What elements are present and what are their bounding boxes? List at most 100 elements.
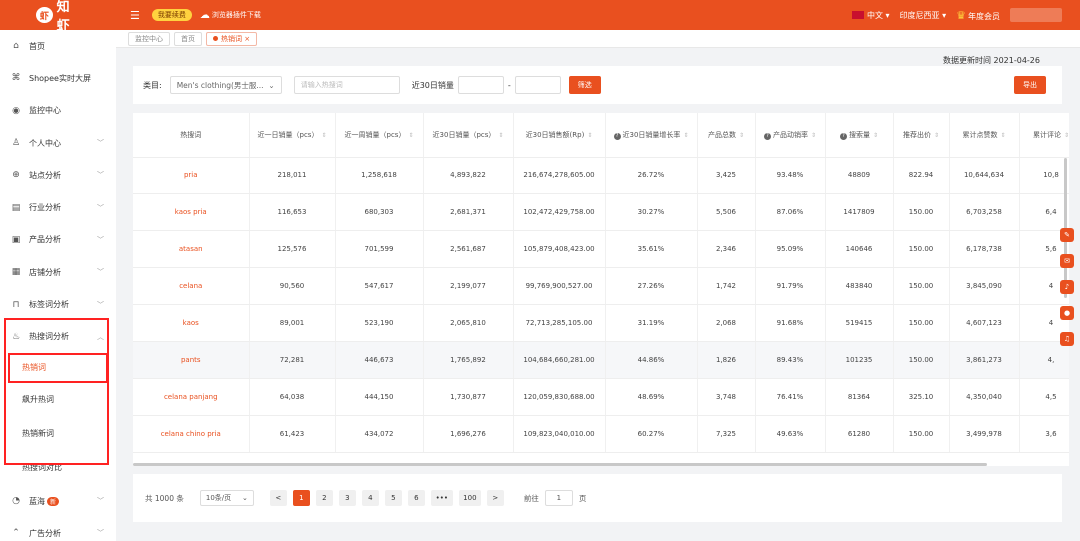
tag-icon: ⊓ xyxy=(12,299,20,310)
column-header[interactable]: 产品总数 ⇕ xyxy=(697,113,756,158)
horizontal-scrollbar[interactable] xyxy=(133,463,987,466)
sidebar-item-3[interactable]: ♙ 个人中心 ﹀ xyxy=(0,127,116,159)
menu-toggle-icon[interactable]: ☰ xyxy=(130,9,140,22)
table-cell: 3,748 xyxy=(697,378,756,416)
page-button[interactable]: ••• xyxy=(430,490,453,506)
export-button[interactable]: 导出 xyxy=(1014,76,1046,94)
page-button[interactable]: 2 xyxy=(315,490,333,506)
sort-icon[interactable]: ⇕ xyxy=(1000,132,1005,139)
tab-home[interactable]: 首页 xyxy=(174,31,202,46)
keyword-link[interactable]: kaos xyxy=(133,304,250,342)
table-row[interactable]: celana chino pria 61,423 434,072 1,696,276 1… xyxy=(133,415,1069,453)
table-row[interactable]: kaos 89,001 523,190 2,065,810 72,713,285,105… xyxy=(133,304,1069,342)
page-button[interactable]: 3 xyxy=(338,490,356,506)
column-header[interactable]: ? 产品动销率 ⇕ xyxy=(755,113,826,158)
membership-badge[interactable]: ♛ 年度会员 xyxy=(956,9,1000,22)
table-row[interactable]: celana panjang 64,038 444,150 1,730,877 120,… xyxy=(133,378,1069,416)
keyword-link[interactable]: atasan xyxy=(133,230,250,269)
sidebar-item-label: 蓝海 xyxy=(29,496,45,506)
keyword-input[interactable]: 请输入热搜词 xyxy=(293,76,400,94)
column-header[interactable]: 热搜词 xyxy=(133,113,250,158)
live-icon[interactable]: ● xyxy=(1060,306,1074,320)
sidebar-bottom-item-1[interactable]: ⌃ 广告分析 ﹀ xyxy=(0,517,116,541)
table-cell: 104,684,660,281.00 xyxy=(513,341,606,379)
goto-page-input[interactable]: 1 xyxy=(544,490,573,506)
tab-hot-words[interactable]: 热销词 × xyxy=(206,31,258,46)
sales-min-input[interactable] xyxy=(457,76,504,94)
column-header[interactable]: 累计点赞数 ⇕ xyxy=(949,113,1020,158)
table-cell: 4,5 xyxy=(1019,378,1069,416)
column-header[interactable]: 近一周销量（pcs） ⇕ xyxy=(335,113,424,158)
table-cell: 434,072 xyxy=(335,415,424,453)
sort-icon[interactable]: ⇕ xyxy=(683,132,688,139)
keyword-link[interactable]: celana xyxy=(133,267,250,306)
sidebar-item-4[interactable]: ⊕ 站点分析 ﹀ xyxy=(0,159,116,191)
sidebar-item-1[interactable]: ⌘ Shopee实时大屏 xyxy=(0,62,116,94)
column-header[interactable]: 近30日销量（pcs） ⇕ xyxy=(423,113,514,158)
region-select[interactable]: 印度尼西亚 ▾ xyxy=(900,10,947,21)
cloud-download-icon: ☁ xyxy=(199,9,210,21)
column-header[interactable]: ? 搜索量 ⇕ xyxy=(825,113,894,158)
page-button[interactable]: 100 xyxy=(458,490,481,506)
page-button[interactable]: 1 xyxy=(292,490,310,506)
column-header[interactable]: 近一日销量（pcs） ⇕ xyxy=(249,113,336,158)
filter-button[interactable]: 筛选 xyxy=(568,76,601,94)
sort-icon[interactable]: ⇕ xyxy=(321,132,326,139)
table-cell: 2,561,687 xyxy=(423,230,514,269)
table-row[interactable]: pants 72,281 446,673 1,765,892 104,684,660,2… xyxy=(133,341,1069,379)
column-header[interactable]: 累计评论 ⇕ xyxy=(1019,113,1069,158)
table-row[interactable]: celana 90,560 547,617 2,199,077 99,769,900,5… xyxy=(133,267,1069,306)
column-header[interactable]: ? 近30日销量增长率 ⇕ xyxy=(605,113,698,158)
table-row[interactable]: pria 218,011 1,258,618 4,893,822 216,674,278… xyxy=(133,157,1069,195)
sidebar-item-7[interactable]: ▦ 店铺分析 ﹀ xyxy=(0,256,116,288)
sort-icon[interactable]: ⇕ xyxy=(1064,132,1069,139)
help-icon[interactable]: ? xyxy=(763,132,771,140)
keyword-link[interactable]: kaos pria xyxy=(133,193,250,232)
page-button[interactable]: 4 xyxy=(361,490,379,506)
category-select[interactable]: Men's clothing(男士服... ⌄ xyxy=(169,76,282,94)
column-header[interactable]: 近30日销售额(Rp) ⇕ xyxy=(513,113,606,158)
sort-icon[interactable]: ⇕ xyxy=(739,132,744,139)
sidebar-item-8[interactable]: ⊓ 标签词分析 ﹀ xyxy=(0,288,116,320)
keyword-link[interactable]: celana panjang xyxy=(133,378,250,416)
sidebar-bottom-item-0[interactable]: ◔ 蓝海新 ﹀ xyxy=(0,485,116,517)
sidebar-item-5[interactable]: ▤ 行业分析 ﹀ xyxy=(0,191,116,223)
sort-icon[interactable]: ⇕ xyxy=(811,132,816,139)
page-button[interactable]: 5 xyxy=(384,490,402,506)
sales-max-input[interactable] xyxy=(514,76,561,94)
crown-icon: ♛ xyxy=(956,8,966,22)
tab-monitor-center[interactable]: 监控中心 xyxy=(128,31,170,46)
close-icon[interactable]: × xyxy=(244,35,250,43)
page-size-select[interactable]: 10条/页 ⌄ xyxy=(199,490,254,506)
page-button[interactable]: 6 xyxy=(407,490,425,506)
notification-icon[interactable]: ♫ xyxy=(1060,332,1074,346)
logo[interactable]: 虾 知虾 xyxy=(0,0,80,34)
bell-icon[interactable]: ♪ xyxy=(1060,280,1074,294)
language-select[interactable]: 中文 ▾ xyxy=(852,10,890,21)
keyword-link[interactable]: pants xyxy=(133,341,250,379)
sidebar-item-0[interactable]: ⌂ 首页 xyxy=(0,30,116,62)
sort-icon[interactable]: ⇕ xyxy=(498,132,503,139)
feedback-icon[interactable]: ✎ xyxy=(1060,228,1074,242)
sort-icon[interactable]: ⇕ xyxy=(587,132,592,139)
table-row[interactable]: kaos pria 116,653 680,303 2,681,371 102,472,… xyxy=(133,193,1069,232)
sort-icon[interactable]: ⇕ xyxy=(873,132,878,139)
plugin-download-label: 浏览器插件下载 xyxy=(211,11,261,19)
message-icon[interactable]: ✉ xyxy=(1060,254,1074,268)
column-header[interactable]: 推荐出价 ⇕ xyxy=(893,113,950,158)
prev-page-button[interactable]: < xyxy=(269,490,287,506)
next-page-button[interactable]: > xyxy=(486,490,504,506)
keyword-link[interactable]: celana chino pria xyxy=(133,415,250,453)
help-icon[interactable]: ? xyxy=(839,132,847,140)
sort-icon[interactable]: ⇕ xyxy=(408,132,413,139)
help-icon[interactable]: ? xyxy=(613,132,621,140)
table-cell: 446,673 xyxy=(335,341,424,379)
sort-icon[interactable]: ⇕ xyxy=(934,132,939,139)
user-account[interactable] xyxy=(1010,8,1062,22)
sidebar-item-6[interactable]: ▣ 产品分析 ﹀ xyxy=(0,224,116,256)
plugin-download-link[interactable]: ☁ 浏览器插件下载 xyxy=(200,10,261,21)
keyword-link[interactable]: pria xyxy=(133,157,250,195)
table-row[interactable]: atasan 125,576 701,599 2,561,687 105,879,408… xyxy=(133,230,1069,269)
sidebar-item-2[interactable]: ◉ 监控中心 xyxy=(0,95,116,127)
renew-button[interactable]: 我要续费 xyxy=(151,9,192,21)
